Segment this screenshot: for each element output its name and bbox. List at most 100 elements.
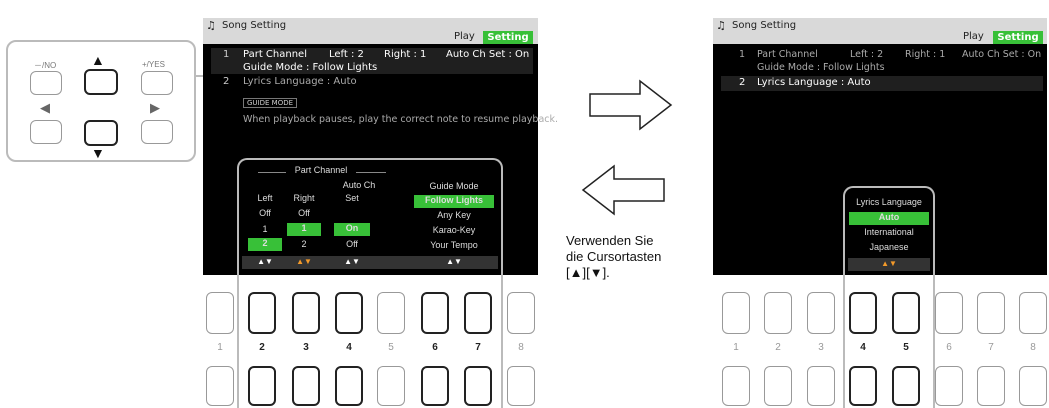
display-button-2-bottom[interactable] xyxy=(248,366,276,406)
right-option-selected[interactable]: 1 xyxy=(287,223,321,236)
yes-label: +/YES xyxy=(142,60,165,69)
up-button[interactable] xyxy=(84,69,118,95)
yes-button[interactable] xyxy=(141,71,173,95)
right-updown-icon: ▲▼ xyxy=(296,257,312,266)
right-value: Right : 1 xyxy=(905,49,946,60)
button-number: 4 xyxy=(346,342,352,353)
button-number: 6 xyxy=(432,342,438,353)
part-channel-label[interactable]: Part Channel xyxy=(757,49,818,60)
left-option[interactable]: 1 xyxy=(247,224,283,234)
music-icon: ♫ xyxy=(716,19,726,32)
down-button[interactable] xyxy=(84,120,118,146)
left-arrow-icon: ◀ xyxy=(40,100,50,115)
lyrics-language-panel: Lyrics Language Auto International Japan… xyxy=(848,192,930,274)
right-value: Right : 1 xyxy=(384,49,427,60)
guide-option[interactable]: Your Tempo xyxy=(414,240,494,250)
guide-mode-help: When playback pauses, play the correct n… xyxy=(243,114,559,125)
display-button-8-bottom[interactable] xyxy=(1019,366,1047,406)
forward-arrow-icon xyxy=(589,79,673,131)
button-number: 3 xyxy=(818,342,824,353)
display-button-2-top[interactable] xyxy=(764,292,792,334)
tab-play[interactable]: Play xyxy=(963,31,984,42)
row-num: 1 xyxy=(739,49,746,60)
right-option[interactable]: 2 xyxy=(286,239,322,249)
display-button-2-bottom[interactable] xyxy=(764,366,792,406)
header-rule xyxy=(356,172,386,173)
down-arrow-icon: ▼ xyxy=(91,145,105,161)
guide-mode-value: Guide Mode : Follow Lights xyxy=(243,62,378,73)
display-button-1-top[interactable] xyxy=(722,292,750,334)
no-button[interactable] xyxy=(30,71,62,95)
left-value: Left : 2 xyxy=(329,49,364,60)
right-button[interactable] xyxy=(141,120,173,144)
button-number: 4 xyxy=(860,342,866,353)
right-arrow-icon: ▶ xyxy=(150,100,160,115)
guide-updown-icon: ▲▼ xyxy=(446,257,462,266)
display-button-4-top[interactable] xyxy=(849,292,877,334)
auto-option-selected[interactable]: On xyxy=(334,223,370,236)
left-header: Left xyxy=(257,193,273,203)
display-button-7-bottom[interactable] xyxy=(977,366,1005,406)
display-button-3-top[interactable] xyxy=(292,292,320,334)
guide-mode-value: Guide Mode : Follow Lights xyxy=(757,62,885,73)
right-option[interactable]: Off xyxy=(286,208,322,218)
left-option[interactable]: Off xyxy=(247,208,283,218)
cursor-pad: －/NO ▲ +/YES ◀ ▼ ▶ xyxy=(6,40,196,162)
tab-setting[interactable]: Setting xyxy=(993,31,1043,44)
lyrics-updown-icon: ▲▼ xyxy=(881,259,897,268)
display-button-3-top[interactable] xyxy=(807,292,835,334)
display-button-3-bottom[interactable] xyxy=(292,366,320,406)
auto-option[interactable]: Off xyxy=(334,239,370,249)
button-number: 2 xyxy=(259,342,265,353)
display-button-5-bottom[interactable] xyxy=(377,366,405,406)
lyrics-language-value: Lyrics Language : Auto xyxy=(757,77,871,88)
instruction-line: [▲][▼]. xyxy=(566,265,610,280)
display-button-4-bottom[interactable] xyxy=(335,366,363,406)
instruction-line: die Cursortasten xyxy=(566,249,662,264)
display-button-7-top[interactable] xyxy=(464,292,492,334)
lyrics-option[interactable]: Japanese xyxy=(848,242,930,252)
lyrics-language-value[interactable]: Lyrics Language : Auto xyxy=(243,76,357,87)
display-button-5-top[interactable] xyxy=(892,292,920,334)
display-button-3-bottom[interactable] xyxy=(807,366,835,406)
guide-option[interactable]: Karao-Key xyxy=(414,225,494,235)
left-value: Left : 2 xyxy=(850,49,884,60)
display-button-2-top[interactable] xyxy=(248,292,276,334)
display-button-8-top[interactable] xyxy=(507,292,535,334)
left-option-selected[interactable]: 2 xyxy=(248,238,282,251)
display-button-6-top[interactable] xyxy=(421,292,449,334)
button-number: 5 xyxy=(388,342,394,353)
display-button-8-top[interactable] xyxy=(1019,292,1047,334)
header-rule xyxy=(258,172,286,173)
auto-ch-set-value: Auto Ch Set : On xyxy=(446,49,530,60)
music-icon: ♫ xyxy=(206,19,216,32)
part-channel-panel: Part Channel Auto Ch Left Right Set Off … xyxy=(242,163,498,275)
no-label: －/NO xyxy=(34,61,57,70)
tab-setting[interactable]: Setting xyxy=(483,31,533,44)
display-button-1-bottom[interactable] xyxy=(206,366,234,406)
row-num: 1 xyxy=(223,49,230,60)
button-number: 7 xyxy=(475,342,481,353)
display-button-6-bottom[interactable] xyxy=(935,366,963,406)
display-button-5-top[interactable] xyxy=(377,292,405,334)
display-button-6-top[interactable] xyxy=(935,292,963,334)
display-button-1-top[interactable] xyxy=(206,292,234,334)
lyrics-option-selected[interactable]: Auto xyxy=(849,212,929,225)
left-button[interactable] xyxy=(30,120,62,144)
instruction-line: Verwenden Sie xyxy=(566,233,654,248)
display-button-1-bottom[interactable] xyxy=(722,366,750,406)
display-button-8-bottom[interactable] xyxy=(507,366,535,406)
left-updown-icon: ▲▼ xyxy=(257,257,273,266)
guide-option-selected[interactable]: Follow Lights xyxy=(414,195,494,208)
display-button-5-bottom[interactable] xyxy=(892,366,920,406)
tab-play[interactable]: Play xyxy=(454,31,475,42)
display-button-6-bottom[interactable] xyxy=(421,366,449,406)
display-button-7-bottom[interactable] xyxy=(464,366,492,406)
instruction-text: Verwenden Sie die Cursortasten [▲][▼]. xyxy=(566,233,716,281)
guide-option[interactable]: Any Key xyxy=(414,210,494,220)
page-title: Song Setting xyxy=(222,20,287,31)
display-button-7-top[interactable] xyxy=(977,292,1005,334)
lyrics-option[interactable]: International xyxy=(848,227,930,237)
display-button-4-bottom[interactable] xyxy=(849,366,877,406)
display-button-4-top[interactable] xyxy=(335,292,363,334)
